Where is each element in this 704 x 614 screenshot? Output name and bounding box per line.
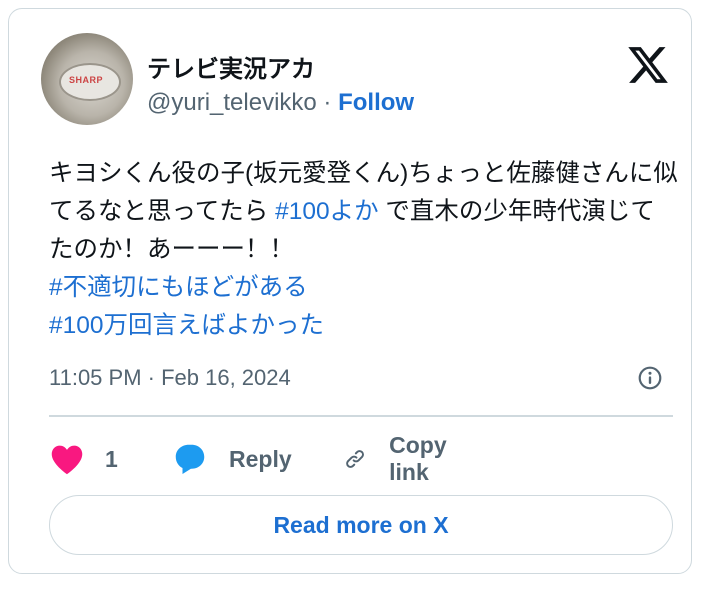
heart-icon	[51, 445, 83, 475]
speech-bubble-icon	[175, 444, 205, 474]
divider	[49, 415, 673, 417]
author-handle[interactable]: @yuri_televikko	[147, 89, 317, 116]
tweet-timestamp[interactable]: 11:05 PM · Feb 16, 2024	[49, 365, 291, 391]
copy-link-button[interactable]: Copy link	[343, 432, 459, 485]
x-logo-icon[interactable]	[625, 43, 671, 87]
read-more-button[interactable]: Read more on X	[49, 495, 673, 555]
author-display-name[interactable]: テレビ実況アカ	[147, 49, 315, 84]
hashtag-link[interactable]: #不適切にもほどがある	[49, 274, 308, 301]
link-icon	[346, 450, 364, 468]
info-icon[interactable]	[637, 365, 663, 391]
hashtag-link[interactable]: #100よか	[275, 198, 379, 225]
author-handle-row: @yuri_televikko · Follow	[147, 89, 414, 117]
avatar-sign-text: SHARP	[69, 75, 104, 85]
tweet-text: キヨシくん役の子(坂元愛登くん)ちょっと佐藤健さんに似てるなと思ってたら #10…	[49, 155, 679, 345]
reply-button[interactable]: Reply	[171, 439, 292, 479]
tweet-embed-card: SHARP テレビ実況アカ @yuri_televikko · Follow キ…	[8, 8, 692, 574]
follow-button[interactable]: Follow	[338, 89, 414, 116]
avatar[interactable]: SHARP	[41, 33, 133, 125]
like-button[interactable]: 1	[49, 439, 118, 479]
like-count: 1	[105, 445, 118, 472]
copy-link-label: Copy link	[389, 432, 447, 485]
hashtag-link[interactable]: #100万回言えばよかった	[49, 312, 324, 339]
handle-separator: ·	[316, 89, 339, 116]
reply-label: Reply	[229, 445, 292, 472]
